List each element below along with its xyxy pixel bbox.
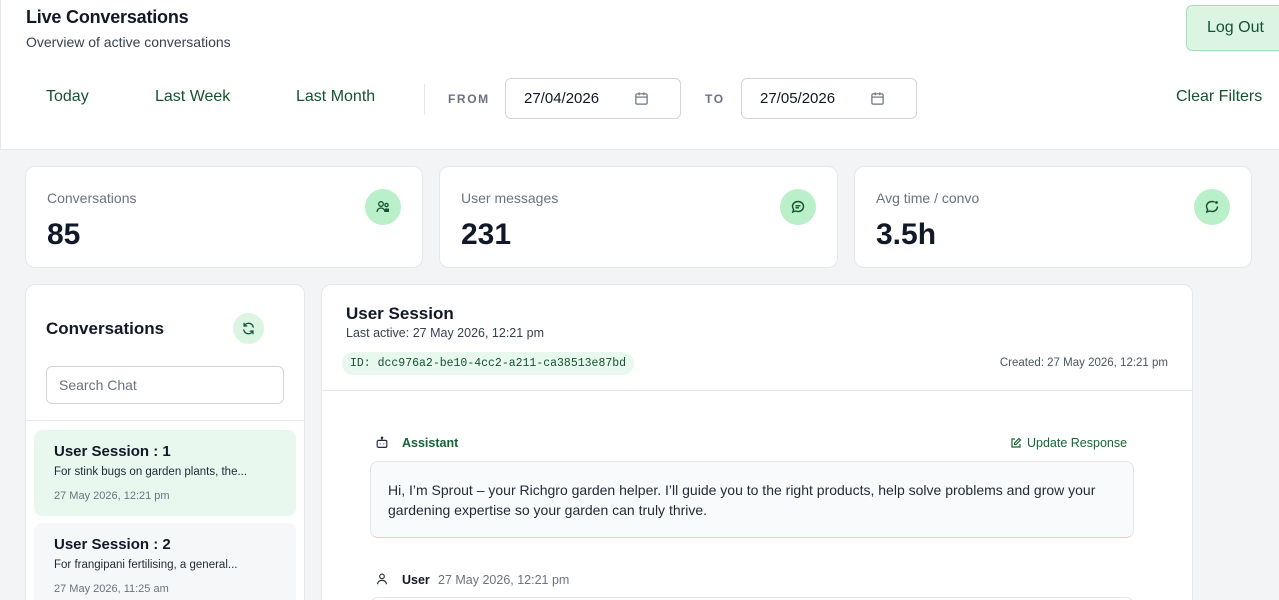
session-name: User Session : 2 — [54, 536, 171, 553]
created-timestamp: Created: 27 May 2026, 12:21 pm — [999, 357, 1168, 369]
user-message-time: 27 May 2026, 12:21 pm — [438, 573, 570, 587]
session-preview: For stink bugs on garden plants, the... — [54, 466, 248, 478]
divider — [322, 390, 1192, 391]
conversations-panel: Conversations User Session : 1 For stink… — [25, 284, 305, 600]
calendar-icon[interactable] — [634, 91, 649, 106]
stat-label: User messages — [461, 190, 559, 206]
page-title: Live Conversations — [26, 7, 189, 27]
session-title: User Session — [346, 304, 454, 323]
top-bar: Live Conversations Overview of active co… — [0, 0, 1279, 150]
session-time: 27 May 2026, 12:21 pm — [54, 490, 170, 502]
session-detail-panel: User Session Last active: 27 May 2026, 1… — [321, 284, 1193, 600]
logout-button[interactable]: Log Out — [1186, 5, 1279, 51]
search-chat-input[interactable] — [46, 366, 284, 404]
to-date-field[interactable]: 27/05/2026 — [741, 78, 917, 119]
session-name: User Session : 1 — [54, 443, 171, 460]
assistant-role-label: Assistant — [402, 436, 459, 450]
stat-card-conversations: Conversations 85 — [25, 166, 423, 268]
from-date-field[interactable]: 27/04/2026 — [505, 78, 681, 119]
range-today-button[interactable]: Today — [46, 88, 89, 106]
update-response-button[interactable]: Update Response — [1010, 436, 1127, 450]
session-preview: For frangipani fertilising, a general... — [54, 559, 238, 571]
user-role-label: User — [402, 573, 430, 587]
to-label: TO — [705, 92, 725, 106]
last-active: Last active: 27 May 2026, 12:21 pm — [346, 326, 545, 340]
from-label: FROM — [448, 92, 490, 106]
session-time: 27 May 2026, 11:25 am — [54, 583, 169, 595]
users-icon — [365, 189, 401, 225]
to-date-value: 27/05/2026 — [760, 90, 836, 107]
refresh-icon — [243, 322, 254, 335]
filter-divider — [424, 84, 425, 115]
stat-label: Avg time / convo — [876, 190, 980, 206]
refresh-button[interactable] — [233, 313, 264, 344]
clear-filters-button[interactable]: Clear Filters — [1176, 88, 1262, 106]
user-icon — [377, 573, 387, 585]
session-list-item[interactable]: User Session : 2 For frangipani fertilis… — [34, 523, 296, 600]
stat-label: Conversations — [47, 190, 137, 206]
range-last-month-button[interactable]: Last Month — [296, 88, 375, 106]
session-id-badge: ID: dcc976a2-be10-4cc2-a211-ca38513e87bd — [342, 352, 635, 375]
stat-value: 231 — [461, 218, 512, 251]
assistant-message: Hi, I’m Sprout – your Richgro garden hel… — [370, 461, 1134, 538]
from-date-value: 27/04/2026 — [524, 90, 600, 107]
chat-bubble-icon — [780, 189, 816, 225]
range-last-week-button[interactable]: Last Week — [155, 88, 230, 106]
bot-icon — [376, 436, 388, 448]
stat-value: 85 — [47, 218, 81, 251]
conversations-title: Conversations — [46, 319, 165, 338]
chat-clock-icon — [1194, 189, 1230, 225]
update-response-label: Update Response — [1027, 436, 1128, 450]
calendar-icon[interactable] — [870, 91, 885, 106]
page-subtitle: Overview of active conversations — [26, 34, 231, 50]
stat-value: 3.5h — [876, 218, 937, 251]
stat-card-avg-time: Avg time / convo 3.5h — [854, 166, 1252, 268]
divider — [26, 420, 304, 421]
stat-card-user-messages: User messages 231 — [439, 166, 838, 268]
edit-icon — [1011, 437, 1022, 448]
session-list-item[interactable]: User Session : 1 For stink bugs on garde… — [34, 430, 296, 516]
